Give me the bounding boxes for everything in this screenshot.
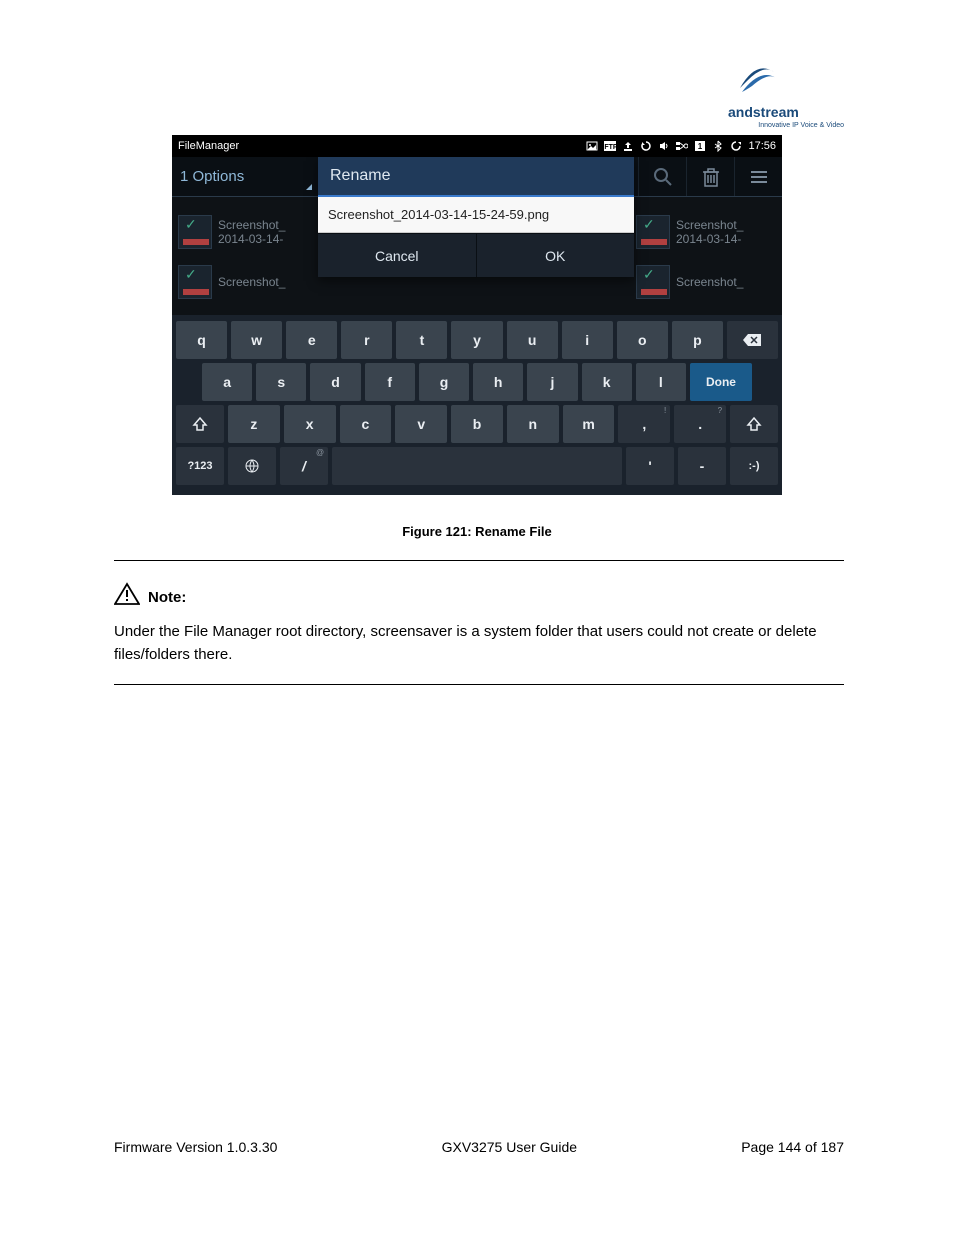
key-m[interactable]: m [563,405,615,443]
menu-button[interactable] [734,157,782,196]
key-h[interactable]: h [473,363,523,401]
file-tile[interactable]: Screenshot_ 2014-03-14- [172,197,324,267]
key-d[interactable]: d [310,363,360,401]
key-y[interactable]: y [451,321,502,359]
file-name-line2: 2014-03-14- [218,232,285,246]
device-screenshot: FileManager FTP 1 17:56 1 Options [172,135,782,495]
warning-icon [114,582,140,612]
file-name-line1: Screenshot_ [218,275,285,289]
key-r[interactable]: r [341,321,392,359]
key-n[interactable]: n [507,405,559,443]
search-icon [652,166,674,188]
key-u[interactable]: u [507,321,558,359]
shift-icon [746,416,762,432]
key-b[interactable]: b [451,405,503,443]
divider [114,560,844,561]
key-x[interactable]: x [284,405,336,443]
shift-icon [192,416,208,432]
key-w[interactable]: w [231,321,282,359]
globe-icon [244,458,260,474]
brand-name: andstream [728,104,799,120]
file-tile[interactable]: Screenshot_ [172,267,324,297]
file-tile[interactable]: Screenshot_ 2014-03-14- [630,197,782,267]
account-icon: 1 [694,140,706,152]
key-k[interactable]: k [582,363,632,401]
network-icon [676,140,688,152]
key-dash[interactable]: - [678,447,726,485]
file-tile[interactable]: Screenshot_ [630,267,782,297]
figure-caption: Figure 121: Rename File [0,524,954,539]
key-i[interactable]: i [562,321,613,359]
file-name-line1: Screenshot_ [676,275,743,289]
page-footer: Firmware Version 1.0.3.30 GXV3275 User G… [114,1139,844,1155]
svg-text:FTP: FTP [605,144,617,151]
key-shift-left[interactable] [176,405,224,443]
key-space[interactable] [332,447,622,485]
note-body: Under the File Manager root directory, s… [114,620,844,667]
status-bar: FileManager FTP 1 17:56 [172,135,782,157]
divider [114,684,844,685]
key-f[interactable]: f [365,363,415,401]
key-c[interactable]: c [340,405,392,443]
file-thumbnail [178,215,212,249]
app-title: FileManager [178,140,586,152]
menu-icon [749,167,769,187]
key-e[interactable]: e [286,321,337,359]
upload-icon [622,140,634,152]
search-button[interactable] [638,157,686,196]
brand-tagline: Innovative IP Voice & Video [734,122,844,129]
key-l[interactable]: l [636,363,686,401]
key-g[interactable]: g [419,363,469,401]
key-done[interactable]: Done [690,363,752,401]
svg-text:1: 1 [698,142,703,151]
key-shift-right[interactable] [730,405,778,443]
file-name-line1: Screenshot_ [676,218,743,232]
key-slash[interactable]: @/ [280,447,328,485]
rename-input[interactable] [318,197,634,233]
sync-icon [640,140,652,152]
ftp-icon: FTP [604,140,616,152]
options-spinner[interactable]: 1 Options [172,157,318,196]
key-backspace[interactable] [727,321,778,359]
cancel-button[interactable]: Cancel [318,234,476,277]
status-time: 17:56 [748,140,776,152]
footer-title: GXV3275 User Guide [442,1139,577,1155]
trash-icon [701,166,721,188]
key-symbols[interactable]: ?123 [176,447,224,485]
footer-page: Page 144 of 187 [741,1139,844,1155]
key-t[interactable]: t [396,321,447,359]
note-label: Note: [148,589,186,606]
file-thumbnail [178,265,212,299]
key-o[interactable]: o [617,321,668,359]
volume-icon [658,140,670,152]
brand-logo: andstream Innovative IP Voice & Video [734,58,844,118]
key-period[interactable]: ?. [674,405,726,443]
file-thumbnail [636,265,670,299]
bluetooth-icon [712,140,724,152]
ok-button[interactable]: OK [476,234,635,277]
key-language[interactable] [228,447,276,485]
key-a[interactable]: a [202,363,252,401]
footer-firmware: Firmware Version 1.0.3.30 [114,1139,277,1155]
file-name-line2: 2014-03-14- [676,232,743,246]
delete-button[interactable] [686,157,734,196]
dialog-title: Rename [318,157,634,197]
file-name-line1: Screenshot_ [218,218,285,232]
file-thumbnail [636,215,670,249]
key-s[interactable]: s [256,363,306,401]
picture-icon [586,140,598,152]
key-apostrophe[interactable]: ' [626,447,674,485]
key-p[interactable]: p [672,321,723,359]
key-q[interactable]: q [176,321,227,359]
key-emoticon[interactable]: :-) [730,447,778,485]
key-comma[interactable]: !, [618,405,670,443]
rename-dialog: Rename Cancel OK [318,157,634,277]
soft-keyboard: q w e r t y u i o p a s d f g h [172,315,782,495]
refresh-icon [730,140,742,152]
key-v[interactable]: v [395,405,447,443]
key-z[interactable]: z [228,405,280,443]
backspace-icon [742,333,762,347]
key-j[interactable]: j [527,363,577,401]
